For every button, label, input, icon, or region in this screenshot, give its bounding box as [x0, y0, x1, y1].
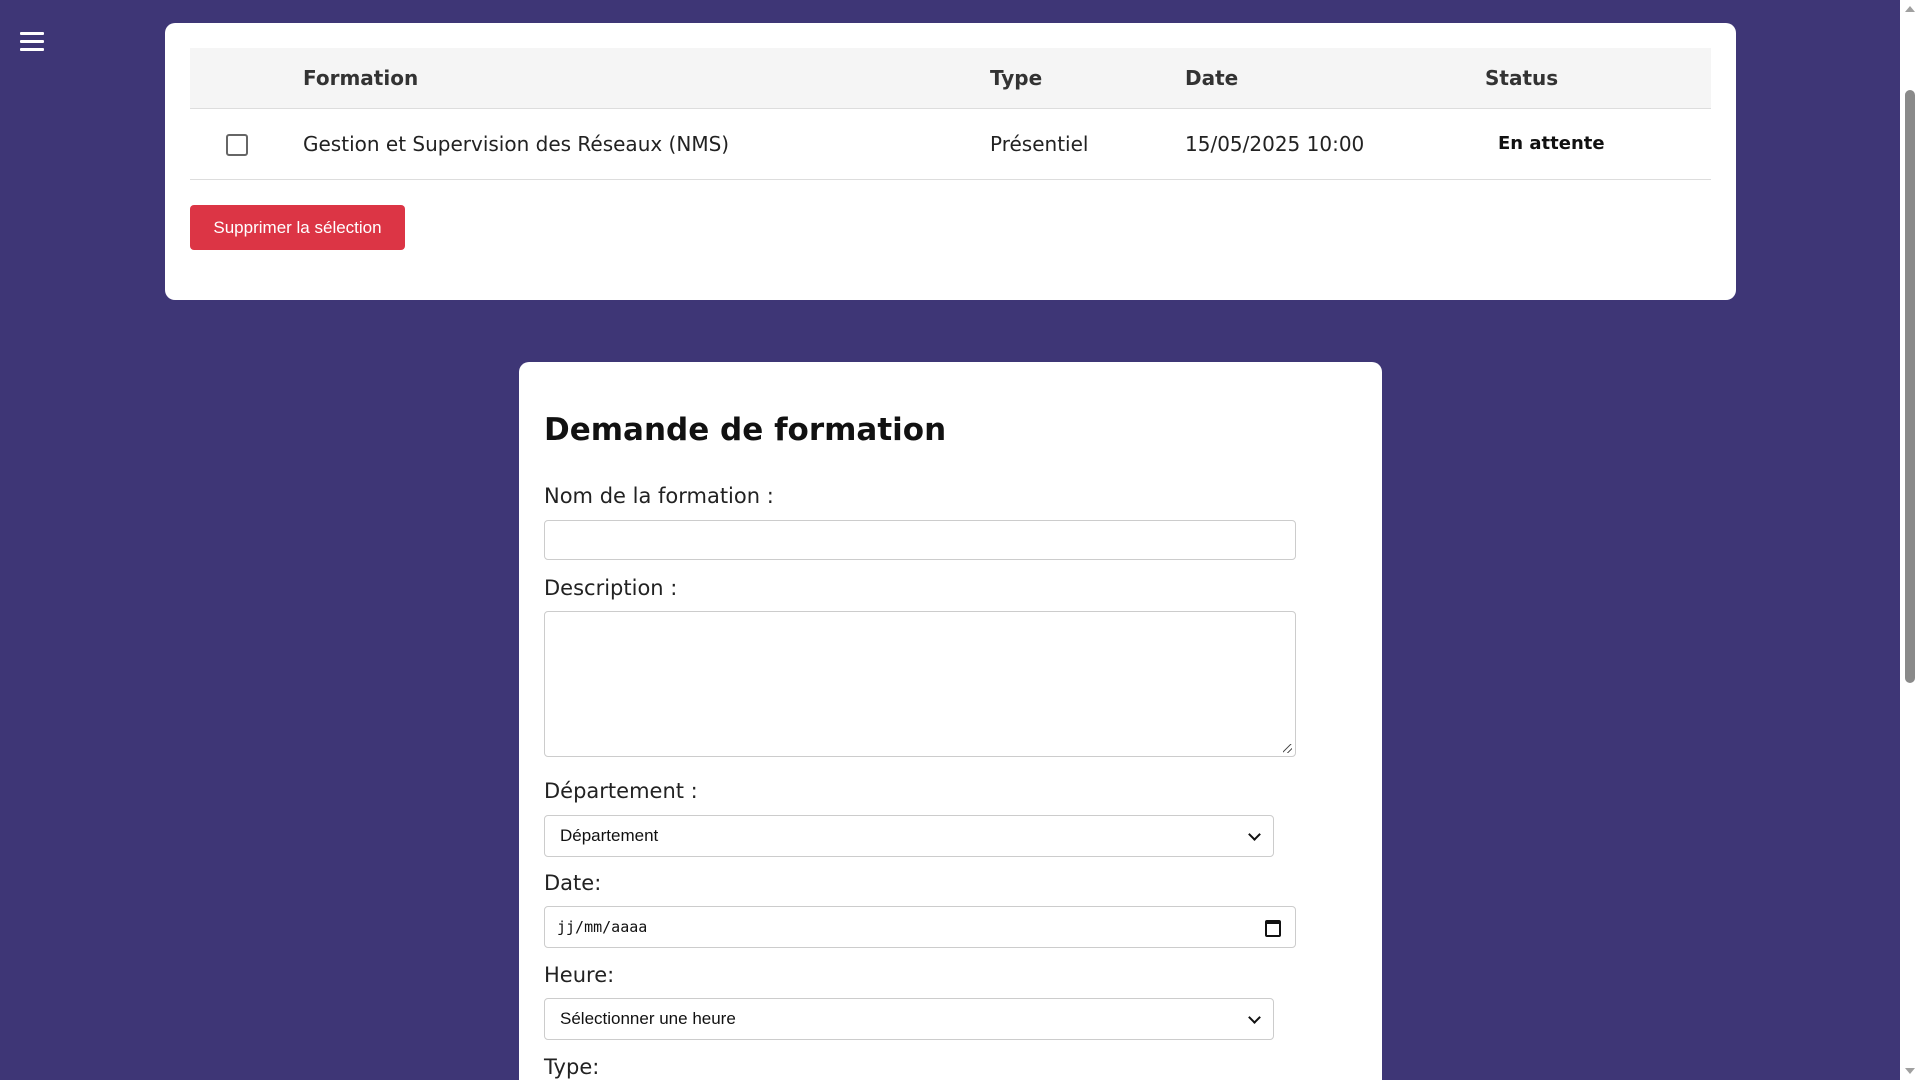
- table-row: Gestion et Supervision des Réseaux (NMS)…: [190, 109, 1711, 180]
- department-label: Département :: [544, 779, 698, 803]
- menu-bar: [20, 40, 44, 43]
- formations-list-card: Formation Type Date Status Gestion et Su…: [165, 23, 1736, 300]
- row-type: Présentiel: [990, 132, 1089, 156]
- row-formation: Gestion et Supervision des Réseaux (NMS): [303, 132, 730, 156]
- scroll-up-icon[interactable]: [1905, 6, 1915, 12]
- hamburger-menu-icon[interactable]: [18, 30, 46, 54]
- scroll-down-icon[interactable]: [1905, 1068, 1915, 1074]
- type-label: Type:: [544, 1055, 600, 1079]
- department-selected-value: Département: [560, 826, 659, 845]
- chevron-down-icon: [1248, 828, 1261, 841]
- page-scrollbar[interactable]: [1900, 0, 1920, 1080]
- menu-bar: [20, 32, 44, 35]
- training-request-form: Demande de formation Nom de la formation…: [519, 362, 1382, 1080]
- status-badge: En attente: [1498, 133, 1605, 154]
- column-header-status[interactable]: Status: [1485, 48, 1558, 108]
- date-input[interactable]: jj/mm/aaaa: [544, 906, 1296, 948]
- row-select-checkbox[interactable]: [226, 134, 248, 156]
- department-select[interactable]: Département: [544, 815, 1274, 857]
- hour-selected-value: Sélectionner une heure: [560, 1009, 736, 1028]
- chevron-down-icon: [1248, 1011, 1261, 1024]
- resize-handle-icon[interactable]: [1283, 744, 1292, 753]
- name-input[interactable]: [544, 520, 1296, 560]
- column-header-type[interactable]: Type: [990, 48, 1042, 108]
- column-header-date[interactable]: Date: [1185, 48, 1238, 108]
- name-label: Nom de la formation :: [544, 484, 774, 508]
- hour-label: Heure:: [544, 963, 615, 987]
- column-header-formation[interactable]: Formation: [303, 48, 418, 108]
- date-label: Date:: [544, 871, 602, 895]
- scrollbar-thumb[interactable]: [1905, 90, 1915, 683]
- table-header: Formation Type Date Status: [190, 48, 1711, 109]
- form-title: Demande de formation: [544, 412, 947, 448]
- description-textarea[interactable]: [544, 611, 1296, 757]
- row-date: 15/05/2025 10:00: [1185, 132, 1365, 156]
- date-placeholder: jj/mm/aaaa: [557, 918, 648, 936]
- hour-select[interactable]: Sélectionner une heure: [544, 998, 1274, 1040]
- calendar-icon[interactable]: [1265, 920, 1281, 937]
- delete-selection-button[interactable]: Supprimer la sélection: [190, 205, 405, 250]
- page: Formation Type Date Status Gestion et Su…: [0, 0, 1900, 1080]
- description-label: Description :: [544, 576, 678, 600]
- menu-bar: [20, 48, 44, 51]
